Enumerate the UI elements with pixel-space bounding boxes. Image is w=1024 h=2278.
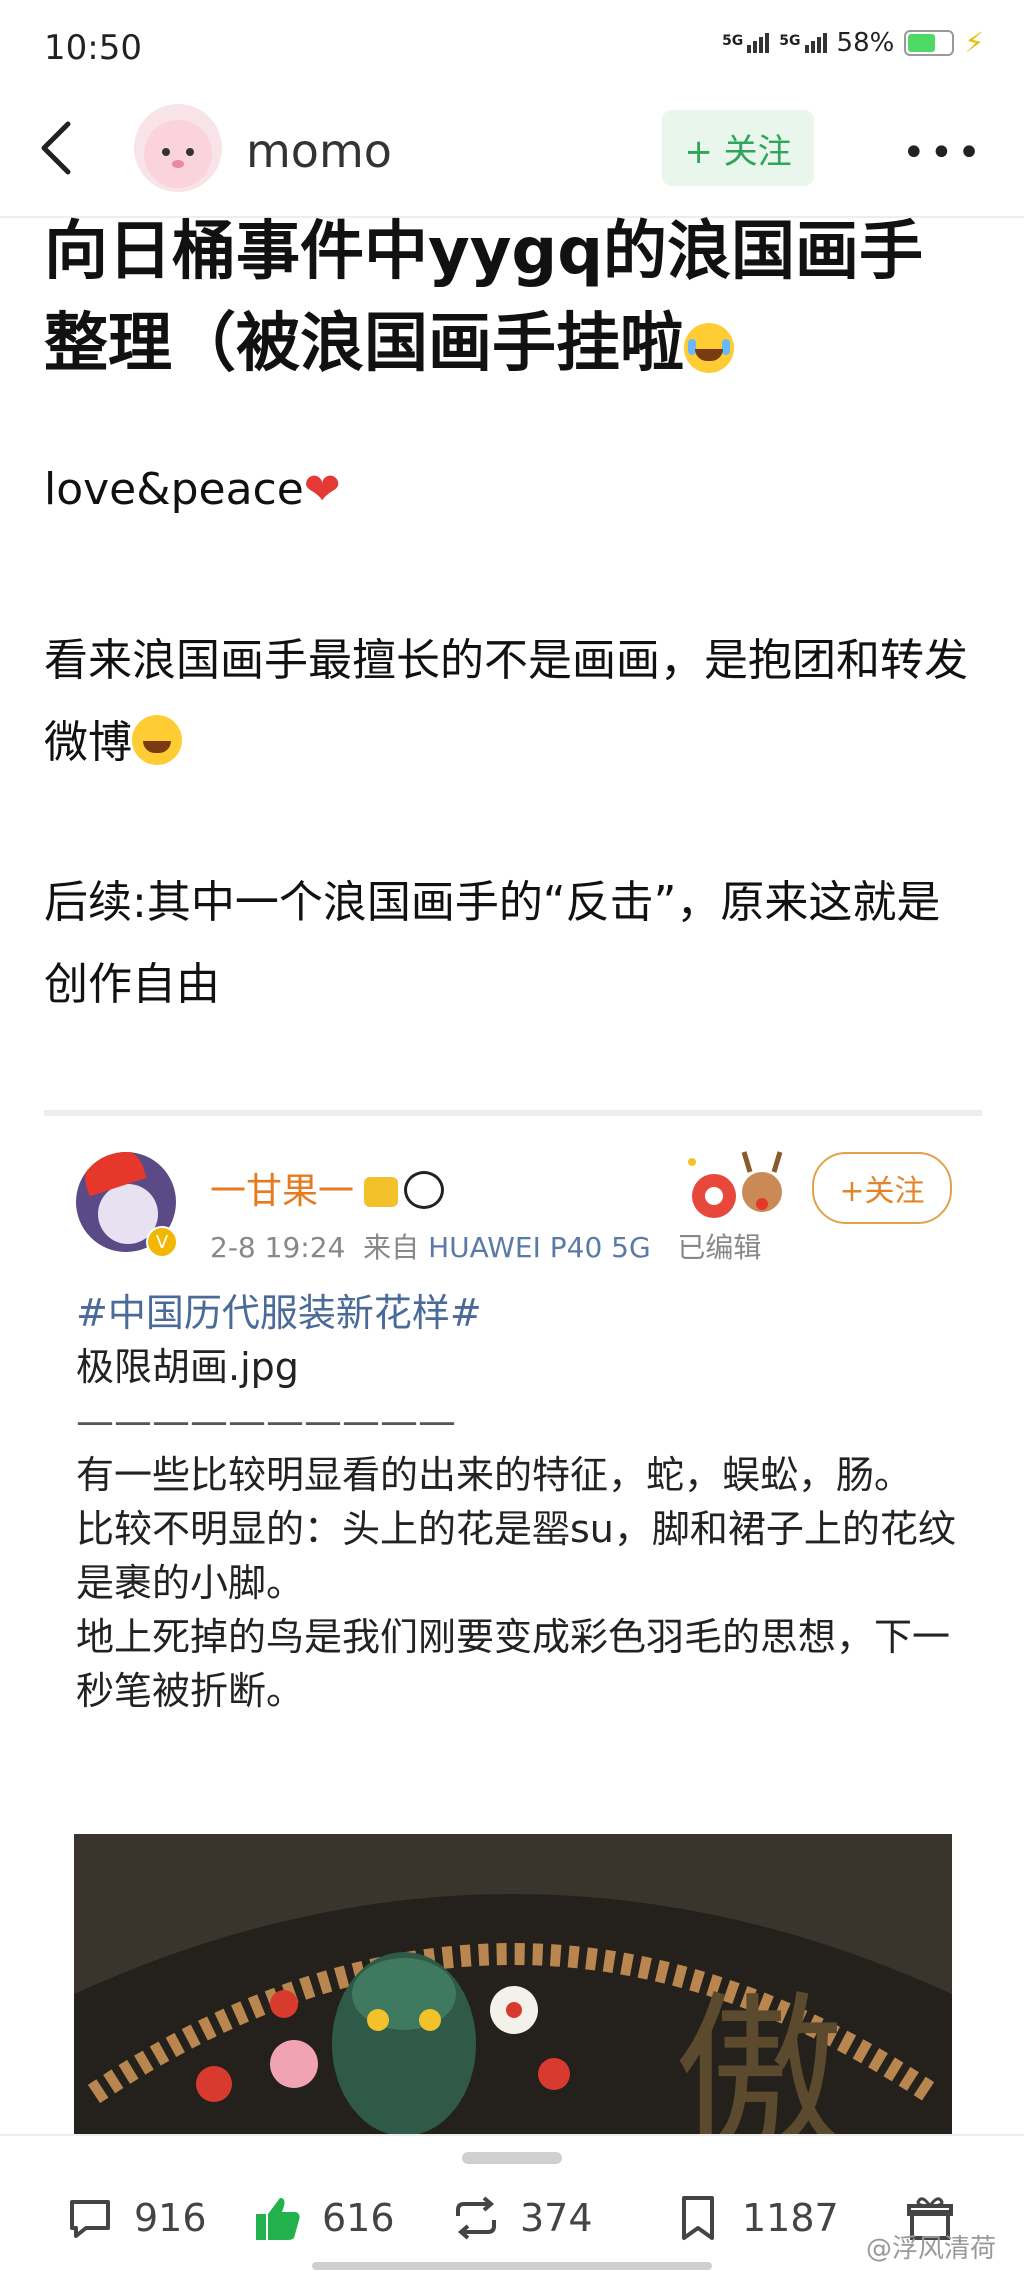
sweat-smile-emoji-icon bbox=[132, 715, 182, 765]
embedded-image[interactable]: 傲 bbox=[74, 1834, 952, 2140]
more-icon[interactable]: ••• bbox=[902, 130, 985, 176]
crown-icon bbox=[364, 1177, 399, 1207]
username[interactable]: momo bbox=[246, 124, 392, 178]
post-paragraph-1: love&peace❤ bbox=[44, 464, 341, 515]
embedded-text: #中国历代服装新花样# 极限胡画.jpg —————————— 有一些比较明显看的出来… bbox=[76, 1286, 956, 1718]
signal-icon: 5G bbox=[722, 32, 770, 53]
embedded-follow-button[interactable]: +关注 bbox=[812, 1152, 952, 1224]
signal-icon-2: 5G bbox=[779, 32, 827, 53]
bottom-action-bar: 916 616 374 1187 @浮风清荷 bbox=[0, 2134, 1024, 2278]
like-count: 616 bbox=[322, 2196, 395, 2240]
favorite-button[interactable]: 1187 bbox=[672, 2192, 839, 2244]
favorite-count: 1187 bbox=[742, 2196, 839, 2240]
embedded-username[interactable]: 一甘果一 bbox=[210, 1162, 445, 1214]
charging-icon: ⚡ bbox=[964, 26, 984, 59]
repost-button[interactable]: 374 bbox=[450, 2192, 593, 2244]
repost-count: 374 bbox=[520, 2196, 593, 2240]
status-time: 10:50 bbox=[44, 28, 142, 68]
tears-of-joy-emoji-icon bbox=[684, 323, 734, 373]
scroll-handle[interactable] bbox=[462, 2152, 562, 2164]
svg-text:傲: 傲 bbox=[674, 1977, 844, 2140]
repost-icon bbox=[456, 2196, 496, 2240]
post-paragraph-3: 后续:其中一个浪国画手的“反击”，原来这就是创作自由 bbox=[44, 877, 941, 1010]
heart-icon: ❤ bbox=[303, 464, 341, 515]
embedded-meta: 2-8 19:24 来自 HUAWEI P40 5G 已编辑 bbox=[210, 1231, 762, 1264]
embedded-post-card[interactable]: V 一甘果一 2-8 19:24 来自 HUAWEI P40 5G 已编辑 +关… bbox=[44, 1110, 982, 2140]
back-icon[interactable] bbox=[36, 118, 76, 178]
watermark: @浮风清荷 bbox=[865, 2234, 996, 2264]
like-button[interactable]: 616 bbox=[252, 2192, 395, 2244]
battery-icon bbox=[904, 29, 955, 56]
bookmark-icon bbox=[682, 2196, 714, 2240]
status-bar-right: 5G 5G 58% ⚡ bbox=[722, 26, 984, 59]
comment-icon bbox=[70, 2200, 110, 2238]
avatar[interactable] bbox=[134, 104, 222, 192]
follow-button[interactable]: + 关注 bbox=[662, 110, 814, 186]
reindeer-decoration-icon bbox=[684, 1142, 794, 1232]
post-title: 向日桶事件中yygq的浪国画手整理（被浪国画手挂啦 bbox=[44, 215, 924, 381]
verified-badge-icon: V bbox=[146, 1226, 178, 1258]
home-indicator[interactable] bbox=[312, 2262, 712, 2270]
thumbs-up-icon bbox=[256, 2198, 300, 2240]
hashtag-link[interactable]: #中国历代服装新花样# bbox=[76, 1286, 956, 1340]
post-paragraph-2: 看来浪国画手最擅长的不是画画，是抱团和转发微博 bbox=[44, 635, 968, 768]
comment-button[interactable]: 916 bbox=[64, 2192, 207, 2244]
panda-icon bbox=[404, 1171, 445, 1209]
battery-percent: 58% bbox=[836, 27, 895, 58]
comment-count: 916 bbox=[134, 2196, 207, 2240]
